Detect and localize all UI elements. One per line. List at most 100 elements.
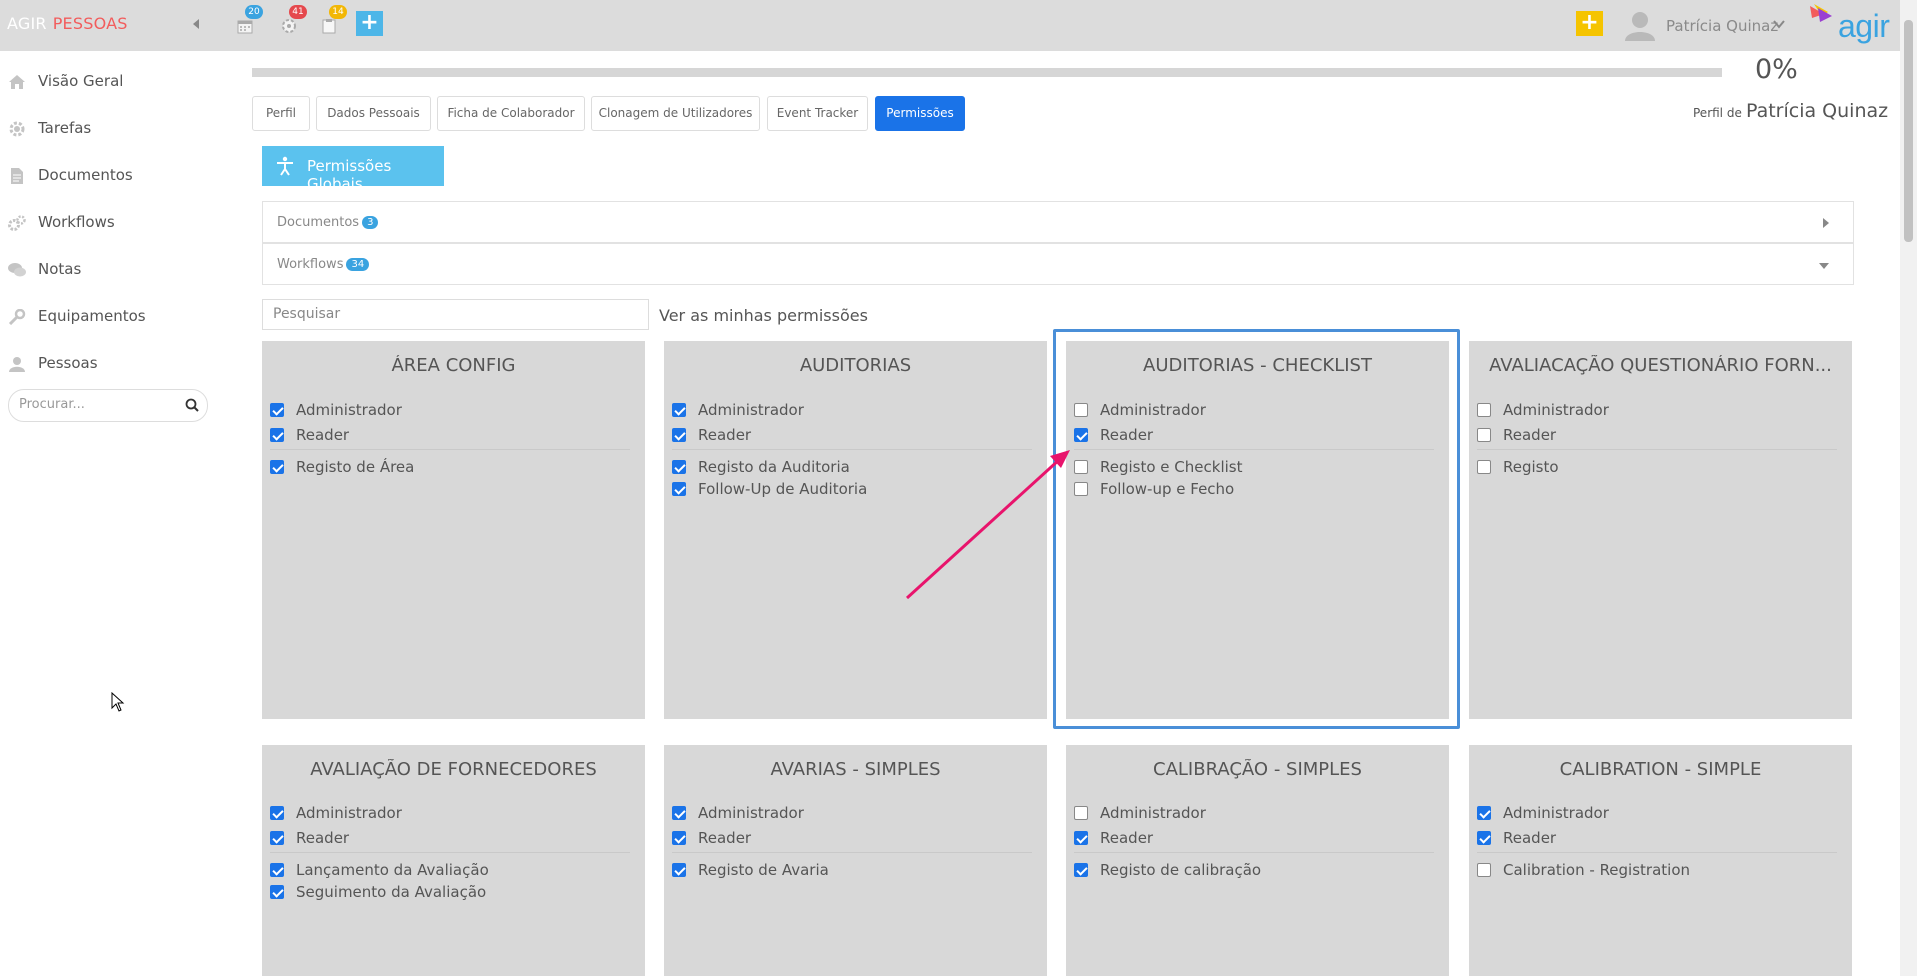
checkbox[interactable] bbox=[672, 831, 686, 845]
sidebar-item-notas[interactable]: Notas bbox=[8, 259, 208, 281]
checkbox[interactable] bbox=[1074, 831, 1088, 845]
tab-perfil[interactable]: Perfil bbox=[252, 96, 310, 131]
permission-row[interactable]: Administrador bbox=[270, 401, 630, 421]
calendar-button[interactable]: 20 bbox=[233, 5, 263, 38]
permission-row[interactable]: Reader bbox=[1477, 426, 1837, 446]
permission-row[interactable]: Administrador bbox=[672, 401, 1032, 421]
permission-row[interactable]: Administrador bbox=[672, 804, 1032, 824]
checkbox[interactable] bbox=[1074, 863, 1088, 877]
settings-button[interactable]: 41 bbox=[277, 5, 307, 38]
tab-clonagem-de-utilizadores[interactable]: Clonagem de Utilizadores bbox=[591, 96, 760, 131]
divider bbox=[270, 449, 630, 450]
logo-text: agir bbox=[1838, 8, 1890, 44]
my-permissions-link[interactable]: Ver as minhas permissões bbox=[659, 306, 868, 325]
tab-event-tracker[interactable]: Event Tracker bbox=[767, 96, 868, 131]
sidebar-item-label: Visão Geral bbox=[38, 72, 124, 90]
sidebar-item-visao-geral[interactable]: Visão Geral bbox=[8, 71, 208, 93]
permission-row[interactable]: Reader bbox=[672, 829, 1032, 849]
sidebar-item-tarefas[interactable]: Tarefas bbox=[8, 118, 208, 140]
sidebar-search-input[interactable] bbox=[19, 397, 169, 412]
profile-owner: Perfil de Patrícia Quinaz bbox=[1693, 100, 1888, 122]
global-permissions-button[interactable]: Permissões Globais bbox=[262, 146, 444, 193]
checkbox[interactable] bbox=[672, 806, 686, 820]
checkbox[interactable] bbox=[672, 460, 686, 474]
clipboard-button[interactable]: 14 bbox=[317, 5, 347, 38]
profile-progress-bar bbox=[252, 68, 1722, 77]
permission-label: Registo de calibração bbox=[1100, 861, 1262, 879]
divider bbox=[1074, 852, 1434, 853]
permission-row[interactable]: Administrador bbox=[1477, 401, 1837, 421]
permission-card: AVALIAÇÃO DE FORNECEDORES Administrador … bbox=[262, 745, 645, 976]
sidebar-item-documentos[interactable]: Documentos bbox=[8, 165, 208, 187]
checkbox[interactable] bbox=[672, 403, 686, 417]
avatar[interactable] bbox=[1622, 9, 1658, 41]
permission-row[interactable]: Administrador bbox=[1477, 804, 1837, 824]
permission-row[interactable]: Lançamento da Avaliação bbox=[270, 861, 630, 881]
permission-row[interactable]: Reader bbox=[270, 426, 630, 446]
checkbox[interactable] bbox=[1477, 831, 1491, 845]
permission-label: Registo da Auditoria bbox=[698, 458, 850, 476]
checkbox[interactable] bbox=[270, 460, 284, 474]
permission-row[interactable]: Reader bbox=[1074, 829, 1434, 849]
tab-ficha-de-colaborador[interactable]: Ficha de Colaborador bbox=[437, 96, 585, 131]
search-icon[interactable] bbox=[185, 398, 199, 412]
checkbox[interactable] bbox=[672, 863, 686, 877]
checkbox[interactable] bbox=[1477, 806, 1491, 820]
permission-row[interactable]: Registo de calibração bbox=[1074, 861, 1434, 881]
permission-row[interactable]: Administrador bbox=[270, 804, 630, 824]
user-icon bbox=[9, 357, 25, 372]
permissions-search bbox=[262, 299, 649, 330]
accordion-workflows[interactable]: Workflows 34 bbox=[262, 243, 1854, 285]
card-title: AVARIAS - SIMPLES bbox=[770, 759, 941, 780]
sidebar-item-label: Tarefas bbox=[38, 119, 92, 137]
brand-secondary: PESSOAS bbox=[52, 14, 128, 33]
sidebar-item-label: Equipamentos bbox=[38, 307, 146, 325]
collapse-sidebar-icon[interactable] bbox=[193, 19, 199, 29]
checkbox[interactable] bbox=[270, 831, 284, 845]
tab-dados-pessoais[interactable]: Dados Pessoais bbox=[316, 96, 431, 131]
permission-row[interactable]: Reader bbox=[1477, 829, 1837, 849]
page-scrollbar[interactable] bbox=[1900, 0, 1917, 976]
sidebar-item-pessoas[interactable]: Pessoas bbox=[8, 353, 208, 375]
permission-row[interactable]: Calibration - Registration bbox=[1477, 861, 1837, 881]
accordion-documentos[interactable]: Documentos 3 bbox=[262, 201, 1854, 243]
permission-row[interactable]: Administrador bbox=[1074, 804, 1434, 824]
permission-row[interactable]: Registo de Área bbox=[270, 458, 630, 478]
checkbox[interactable] bbox=[270, 403, 284, 417]
accordion-title: Workflows bbox=[277, 257, 344, 272]
checkbox[interactable] bbox=[1477, 428, 1491, 442]
user-name[interactable]: Patrícia Quinaz bbox=[1666, 17, 1778, 35]
scrollbar-thumb[interactable] bbox=[1904, 20, 1913, 242]
quick-add-button[interactable]: + bbox=[356, 11, 383, 36]
checkbox[interactable] bbox=[672, 428, 686, 442]
checkbox[interactable] bbox=[672, 482, 686, 496]
home-icon bbox=[9, 75, 25, 89]
permission-row[interactable]: Registo bbox=[1477, 458, 1837, 478]
card-title: AUDITORIAS bbox=[799, 355, 912, 376]
checkbox[interactable] bbox=[1477, 403, 1491, 417]
checkbox[interactable] bbox=[270, 863, 284, 877]
permission-row[interactable]: Seguimento da Avaliação bbox=[270, 883, 630, 903]
cogs-icon bbox=[8, 215, 26, 231]
checkbox[interactable] bbox=[1477, 863, 1491, 877]
app-brand[interactable]: AGIR PESSOAS bbox=[7, 14, 128, 33]
permission-label: Registo bbox=[1503, 458, 1559, 476]
agir-logo: agir bbox=[1808, 2, 1898, 48]
sidebar-item-workflows[interactable]: Workflows bbox=[8, 212, 208, 234]
progress-value: 0% bbox=[1755, 54, 1798, 85]
tab-permissoes[interactable]: Permissões bbox=[875, 96, 965, 131]
sidebar-item-equipamentos[interactable]: Equipamentos bbox=[8, 306, 208, 328]
checkbox[interactable] bbox=[270, 428, 284, 442]
permissions-search-input[interactable] bbox=[273, 306, 633, 322]
permission-row[interactable]: Reader bbox=[270, 829, 630, 849]
new-item-button[interactable]: + bbox=[1576, 11, 1603, 36]
permission-row[interactable]: Registo de Avaria bbox=[672, 861, 1032, 881]
permission-label: Registo de Área bbox=[296, 458, 415, 476]
checkbox[interactable] bbox=[270, 806, 284, 820]
chevron-down-icon[interactable] bbox=[1773, 20, 1785, 29]
checkbox[interactable] bbox=[270, 885, 284, 899]
permission-label: Administrador bbox=[1503, 804, 1609, 822]
checkbox[interactable] bbox=[1074, 806, 1088, 820]
checkbox[interactable] bbox=[1477, 460, 1491, 474]
permission-label: Lançamento da Avaliação bbox=[296, 861, 489, 879]
